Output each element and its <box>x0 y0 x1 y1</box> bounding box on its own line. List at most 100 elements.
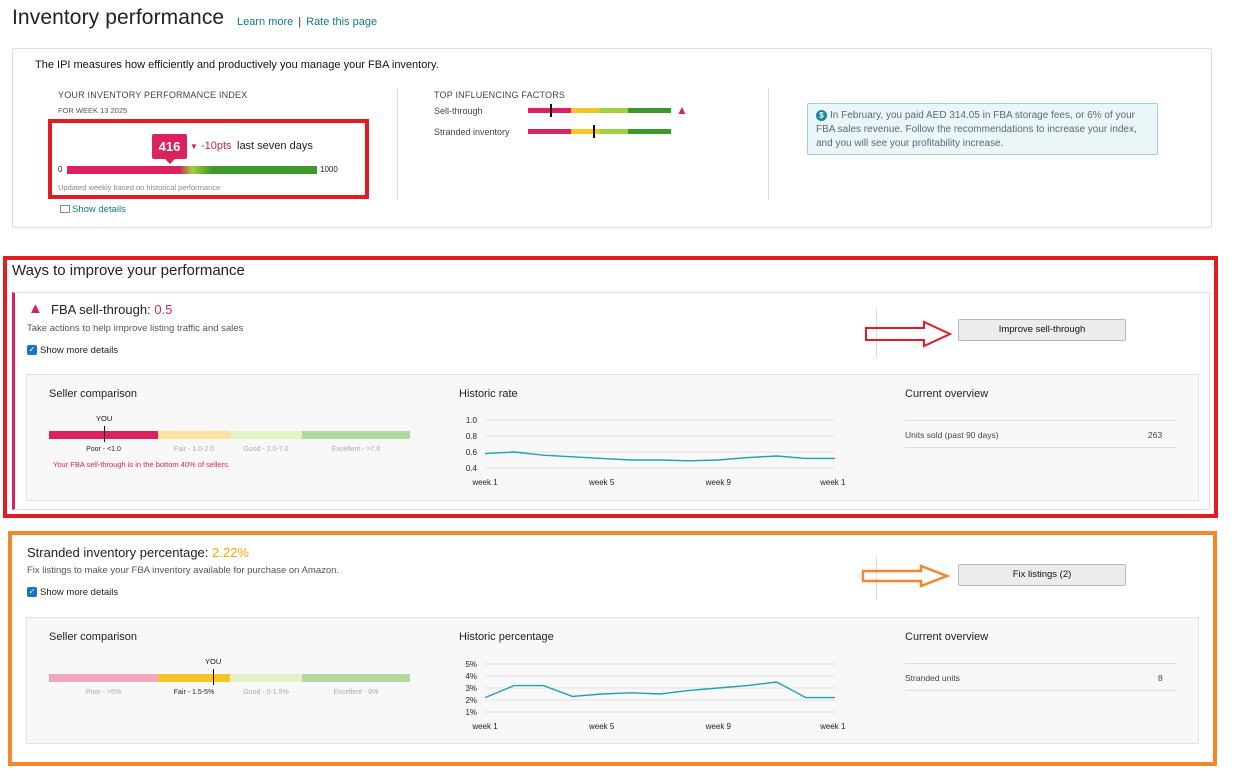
band-fair <box>158 674 230 682</box>
divider <box>905 447 1176 448</box>
down-arrow-icon: ▼ <box>190 142 198 151</box>
divider <box>905 663 1176 664</box>
current-overview-title: Current overview <box>905 631 989 643</box>
band-poor <box>49 674 158 682</box>
band-excellent <box>302 674 410 682</box>
band-label: Excellent - >7.0 <box>331 446 381 453</box>
x-tick-label: week 1 <box>471 478 498 487</box>
y-tick-label: 0.6 <box>466 448 478 457</box>
link-separator: | <box>298 16 302 28</box>
ipi-change: ▼ -10pts <box>190 140 232 152</box>
ipi-max: 1000 <box>320 165 338 174</box>
warning-icon: ▲ <box>28 300 43 317</box>
overview-value: 263 <box>1148 430 1163 440</box>
show-more-label: Show more details <box>40 587 119 598</box>
historic-percentage-title: Historic percentage <box>459 631 554 643</box>
band-good <box>230 674 302 682</box>
band-label: Excellent - 0% <box>333 689 379 696</box>
show-details-label: Show details <box>72 204 126 215</box>
band-excellent <box>302 431 410 439</box>
band-fair <box>158 431 230 439</box>
stranded-value: 2.22% <box>212 545 249 560</box>
factors-heading: TOP INFLUENCING FACTORS <box>434 90 566 100</box>
ipi-change-period: last seven days <box>237 140 313 152</box>
header-links: Learn more | Rate this page <box>237 16 377 28</box>
show-more-label: Show more details <box>40 345 119 356</box>
warning-icon: ▲ <box>676 103 688 117</box>
improve-title: Ways to improve your performance <box>12 262 245 279</box>
y-tick-label: 0.8 <box>466 432 478 441</box>
learn-more-link[interactable]: Learn more <box>237 16 293 28</box>
factor-sellthrough-label: Sell-through <box>434 106 483 116</box>
x-tick-label: week 1 <box>471 722 498 731</box>
x-tick-label: week 13 <box>819 722 845 731</box>
checkbox-checked-icon[interactable]: ✓ <box>27 587 37 598</box>
stranded-title-label: Stranded inventory percentage: <box>27 545 209 560</box>
checkbox-checked-icon[interactable]: ✓ <box>27 345 37 356</box>
you-label: YOU <box>96 414 113 423</box>
seller-comparison-title: Seller comparison <box>49 388 138 400</box>
historic-rate-chart: 1.0 0.8 0.6 0.4 week 1 week 5 week 9 week 13 <box>466 416 845 487</box>
current-overview-title: Current overview <box>905 388 989 400</box>
historic-percentage-chart: 5% 4% 3% 2% 1% week 1 week 5 week 9 week 13 <box>465 660 845 731</box>
ipi-min: 0 <box>58 165 63 174</box>
stranded-title: Stranded inventory percentage: 2.22% <box>27 545 249 560</box>
series-line <box>484 681 835 699</box>
fix-listings-button[interactable]: Fix listings (2) <box>958 564 1126 586</box>
band-label: Poor - <1.0 <box>86 446 121 453</box>
stranded-show-more[interactable]: ✓ Show more details <box>27 587 118 598</box>
sellthrough-title-label: FBA sell-through: <box>51 302 151 317</box>
storage-fee-notice: $ In February, you paid AED 314.05 in FBA… <box>807 103 1158 155</box>
factor-sellthrough-marker <box>550 104 552 117</box>
overview-label: Units sold (past 90 days) <box>905 430 999 440</box>
divider <box>397 88 398 200</box>
notice-text: In February, you paid AED 314.05 in FBA … <box>816 110 1137 149</box>
band-label: Fair - 1.5-5% <box>173 689 215 696</box>
factor-stranded-bar <box>528 129 671 134</box>
y-tick-label: 2% <box>465 696 477 705</box>
band-label: Good - 2.0-7.0 <box>243 446 289 453</box>
you-label: YOU <box>205 657 222 666</box>
y-tick-label: 1% <box>465 708 477 717</box>
ipi-heading: YOUR INVENTORY PERFORMANCE INDEX <box>58 90 248 100</box>
red-arrow-icon <box>865 320 953 348</box>
y-tick-label: 3% <box>465 684 477 693</box>
show-details-link[interactable]: Show details <box>60 204 126 215</box>
seller-comparison-title: Seller comparison <box>49 631 138 643</box>
overview-value: 8 <box>1158 673 1163 683</box>
page-title: Inventory performance <box>12 6 225 29</box>
you-marker <box>213 669 214 685</box>
x-tick-label: week 5 <box>588 478 615 487</box>
factor-stranded-marker <box>593 125 595 138</box>
sellthrough-note: Your FBA sell-through is in the bottom 4… <box>53 460 230 469</box>
divider <box>768 88 769 200</box>
factor-stranded-label: Stranded inventory <box>434 127 510 137</box>
ipi-description: The IPI measures how efficiently and pro… <box>35 59 439 71</box>
band-good <box>230 431 302 439</box>
sellthrough-show-more[interactable]: ✓ Show more details <box>27 345 118 356</box>
orange-arrow-icon <box>861 564 951 588</box>
ipi-change-value: -10pts <box>200 140 232 152</box>
you-marker <box>104 426 105 442</box>
x-tick-label: week 5 <box>588 722 615 731</box>
historic-rate-title: Historic rate <box>459 388 518 400</box>
overview-label: Stranded units <box>905 673 960 683</box>
expand-icon <box>60 205 70 214</box>
improve-sellthrough-button[interactable]: Improve sell-through <box>958 319 1126 341</box>
sellthrough-title: FBA sell-through: 0.5 <box>51 302 172 317</box>
divider <box>905 420 1176 421</box>
y-tick-label: 1.0 <box>466 416 478 425</box>
stranded-subtitle: Fix listings to make your FBA inventory … <box>27 565 340 576</box>
rate-page-link[interactable]: Rate this page <box>306 16 377 28</box>
x-tick-label: week 13 <box>819 478 845 487</box>
ipi-week: FOR WEEK 13 2025 <box>58 106 128 115</box>
ipi-score-bar <box>67 166 317 174</box>
dollar-icon: $ <box>816 110 827 121</box>
band-label: Poor - >5% <box>85 689 122 696</box>
y-tick-label: 5% <box>465 660 477 669</box>
divider <box>905 690 1176 691</box>
y-tick-label: 0.4 <box>466 464 478 473</box>
sellthrough-subtitle: Take actions to help improve listing tra… <box>27 323 244 334</box>
sellthrough-value: 0.5 <box>154 302 173 317</box>
ipi-updated: Updated weekly based on historical perfo… <box>58 183 221 192</box>
